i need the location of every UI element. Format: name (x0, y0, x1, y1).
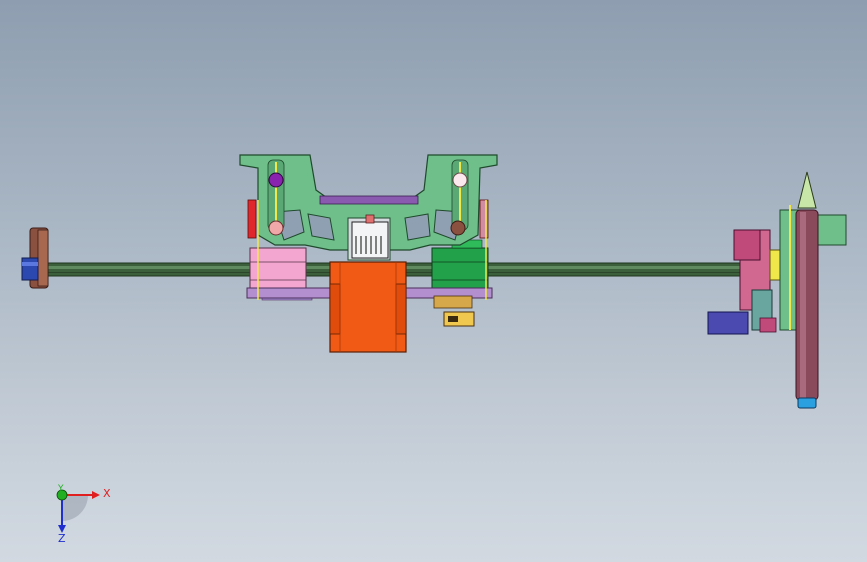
z-axis-label: Z (58, 532, 66, 545)
bolt-pink (268, 220, 284, 236)
bolt-purple (268, 172, 284, 188)
x-axis-label: X (103, 487, 111, 500)
red-plate (247, 199, 257, 239)
bolt-white (452, 172, 468, 188)
assembly-model[interactable] (0, 0, 867, 562)
coordinate-triad (56, 489, 100, 533)
limit-switch[interactable] (433, 295, 475, 327)
stepper-motor[interactable] (329, 261, 407, 353)
y-axis-label: Y (58, 484, 64, 494)
left-end-stop[interactable] (21, 227, 49, 289)
pen[interactable] (795, 171, 819, 409)
pink-plate (479, 199, 489, 239)
bolt-brown (450, 220, 466, 236)
cad-viewport[interactable]: X Y Z (0, 0, 867, 562)
